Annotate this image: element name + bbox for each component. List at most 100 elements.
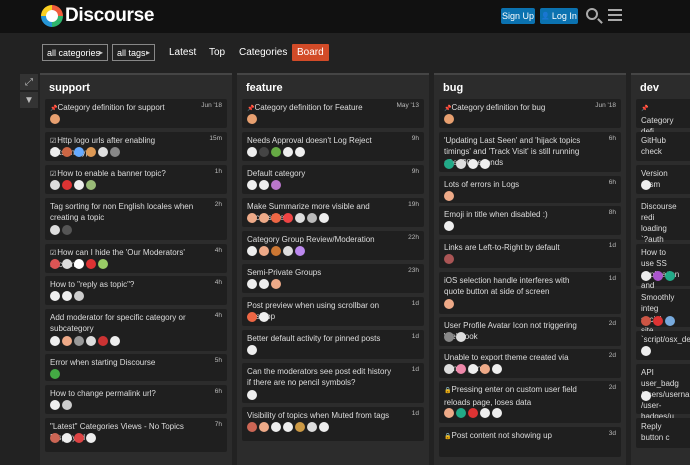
avatar[interactable] <box>295 422 305 432</box>
topic-title[interactable]: Semi-Private Groups <box>247 268 321 277</box>
avatar[interactable] <box>247 390 257 400</box>
avatar[interactable] <box>271 213 281 223</box>
avatar[interactable] <box>50 369 60 379</box>
avatar[interactable] <box>271 279 281 289</box>
topic-title[interactable]: Default category <box>247 169 305 178</box>
avatar[interactable] <box>247 312 257 322</box>
avatar[interactable] <box>50 259 60 269</box>
topic-card[interactable]: 🔒Pressing enter on custom user field rel… <box>439 381 621 423</box>
topic-title[interactable]: Can the moderators see post edit history… <box>247 367 391 387</box>
avatar[interactable] <box>62 433 72 443</box>
signup-button[interactable]: Sign Up <box>501 8 535 24</box>
avatar[interactable] <box>271 422 281 432</box>
topic-title[interactable]: How to enable a banner topic? <box>57 169 166 178</box>
avatar[interactable] <box>444 159 454 169</box>
topic-card[interactable]: "Latest" Categories Views - No Topics Di… <box>45 418 227 452</box>
avatar[interactable] <box>480 408 490 418</box>
avatar[interactable] <box>271 147 281 157</box>
avatar[interactable] <box>110 336 120 346</box>
column-title[interactable]: support <box>49 82 90 94</box>
topic-card[interactable]: Semi-Private Groups 23h <box>242 264 424 293</box>
login-button[interactable]: 👤 Log In <box>540 8 578 24</box>
column-title[interactable]: feature <box>246 82 283 94</box>
avatar[interactable] <box>444 364 454 374</box>
topic-title[interactable]: Tag sorting for non English locales when… <box>50 202 193 222</box>
topic-card[interactable]: Tag sorting for non English locales when… <box>45 198 227 240</box>
avatar[interactable] <box>62 225 72 235</box>
topic-card[interactable]: How to "reply as topic"? 4h <box>45 276 227 305</box>
topic-title[interactable]: GitHub check <box>641 136 666 156</box>
avatar[interactable] <box>74 336 84 346</box>
avatar[interactable] <box>319 213 329 223</box>
avatar[interactable] <box>492 364 502 374</box>
avatar[interactable] <box>444 221 454 231</box>
topic-card[interactable]: Make Summarize more visible and accessib… <box>242 198 424 227</box>
topic-card[interactable]: 📌Category defi <box>636 99 690 136</box>
topic-card[interactable]: 📌Category definition for bug Jun '18 <box>439 99 621 128</box>
topic-card[interactable]: Links are Left-to-Right by default 1d <box>439 239 621 268</box>
avatar[interactable] <box>468 364 478 374</box>
avatar[interactable] <box>456 408 466 418</box>
avatar[interactable] <box>271 180 281 190</box>
filter-icon[interactable]: ▼ <box>20 92 38 108</box>
topic-card[interactable]: iOS selection handle interferes with quo… <box>439 272 621 314</box>
avatar[interactable] <box>74 259 84 269</box>
topic-title[interactable]: Reply button c <box>641 422 669 442</box>
site-logo[interactable]: Discourse <box>41 5 154 27</box>
avatar[interactable] <box>444 254 454 264</box>
avatar[interactable] <box>480 159 490 169</box>
avatar[interactable] <box>86 147 96 157</box>
topic-card[interactable]: Better default activity for pinned posts… <box>242 330 424 359</box>
topic-card[interactable]: Reply button c <box>636 418 690 448</box>
avatar[interactable] <box>86 259 96 269</box>
avatar[interactable] <box>653 316 663 326</box>
avatar[interactable] <box>444 408 454 418</box>
topic-title[interactable]: iOS selection handle interferes with quo… <box>444 276 569 296</box>
avatar[interactable] <box>259 279 269 289</box>
avatar[interactable] <box>247 114 257 124</box>
topic-card[interactable]: How to use SS application and <box>636 244 690 290</box>
topic-title[interactable]: Better default activity for pinned posts <box>247 334 380 343</box>
avatar[interactable] <box>641 271 651 281</box>
avatar[interactable] <box>283 246 293 256</box>
topic-card[interactable]: Emoji in title when disabled :) 8h <box>439 206 621 235</box>
topic-card[interactable]: ☑How can I hide the 'Our Moderators' sec… <box>45 244 227 273</box>
topic-card[interactable]: `script/osx_dev` <box>636 331 690 360</box>
avatar[interactable] <box>50 336 60 346</box>
avatar[interactable] <box>319 422 329 432</box>
avatar[interactable] <box>259 147 269 157</box>
avatar[interactable] <box>295 246 305 256</box>
topic-title[interactable]: Discourse redi loading `?auth <box>641 202 677 244</box>
avatar[interactable] <box>50 400 60 410</box>
categories-dropdown[interactable]: all categories ▸ <box>42 44 108 61</box>
avatar[interactable] <box>468 159 478 169</box>
avatar[interactable] <box>62 336 72 346</box>
tags-dropdown[interactable]: all tags ▸ <box>112 44 155 61</box>
avatar[interactable] <box>665 316 675 326</box>
avatar[interactable] <box>444 191 454 201</box>
nav-top[interactable]: Top <box>209 47 225 58</box>
avatar[interactable] <box>62 147 72 157</box>
topic-title[interactable]: How to use SS application and <box>641 248 679 290</box>
avatar[interactable] <box>295 213 305 223</box>
avatar[interactable] <box>50 225 60 235</box>
avatar[interactable] <box>271 246 281 256</box>
avatar[interactable] <box>247 213 257 223</box>
nav-latest[interactable]: Latest <box>169 47 196 58</box>
topic-card[interactable]: Version mism <box>636 165 690 194</box>
avatar[interactable] <box>86 433 96 443</box>
topic-card[interactable]: 🔒Post content not showing up 3d <box>439 427 621 457</box>
topic-card[interactable]: Smoothly integ social site <box>636 289 690 335</box>
avatar[interactable] <box>50 147 60 157</box>
topic-card[interactable]: API user_badg /users/usernam /user-badge… <box>636 364 690 421</box>
topic-card[interactable]: Discourse redi loading `?auth <box>636 198 690 244</box>
avatar[interactable] <box>98 147 108 157</box>
topic-title[interactable]: Category definition for Feature <box>254 103 362 112</box>
avatar[interactable] <box>259 422 269 432</box>
topic-title[interactable]: Error when starting Discourse <box>50 358 155 367</box>
avatar[interactable] <box>259 312 269 322</box>
topic-title[interactable]: Category definition for bug <box>451 103 545 112</box>
avatar[interactable] <box>62 180 72 190</box>
nav-categories[interactable]: Categories <box>239 47 287 58</box>
avatar[interactable] <box>110 147 120 157</box>
